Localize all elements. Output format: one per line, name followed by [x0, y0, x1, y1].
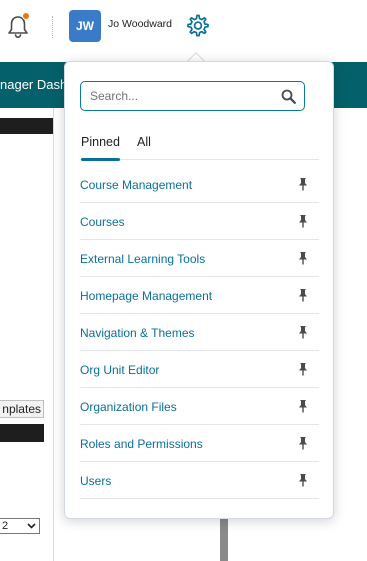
page-select-value: 2: [2, 520, 9, 532]
avatar[interactable]: JW: [69, 10, 101, 42]
top-header: JW Jo Woodward: [0, 0, 367, 58]
list-item-label[interactable]: Org Unit Editor: [80, 363, 159, 377]
pin-icon[interactable]: [297, 251, 309, 265]
list-item-navigation-themes[interactable]: Navigation & Themes: [80, 314, 319, 351]
list-item-users[interactable]: Users: [80, 462, 319, 499]
header-separator: [52, 16, 53, 38]
list-item-label[interactable]: Courses: [80, 215, 125, 229]
admin-tools-dropdown: Pinned All Course Management Courses Ext…: [64, 61, 334, 519]
widget-header-bar: [0, 118, 53, 134]
list-item-label[interactable]: Homepage Management: [80, 289, 212, 303]
tab-all[interactable]: All: [137, 134, 151, 160]
list-item-organization-files[interactable]: Organization Files: [80, 388, 319, 425]
pin-icon[interactable]: [297, 399, 309, 413]
list-item-label[interactable]: Course Management: [80, 178, 192, 192]
pin-icon[interactable]: [297, 436, 309, 450]
list-item-label[interactable]: Users: [80, 474, 111, 488]
list-item-homepage-management[interactable]: Homepage Management: [80, 277, 319, 314]
list-item-label[interactable]: External Learning Tools: [80, 252, 205, 266]
pin-icon[interactable]: [297, 473, 309, 487]
pin-icon[interactable]: [297, 325, 309, 339]
list-item-course-management[interactable]: Course Management: [80, 166, 319, 203]
nav-title[interactable]: nager Dash: [0, 77, 67, 92]
tab-bar: Pinned All: [80, 134, 319, 161]
page: nager Dash nplates 2 JW Jo Woodward Sear…: [0, 0, 367, 561]
pin-icon[interactable]: [297, 177, 309, 191]
page-select[interactable]: 2: [0, 518, 40, 534]
pinned-tools-list: Course Management Courses External Learn…: [80, 166, 319, 499]
widget-header-bar-2: [0, 424, 44, 442]
list-item-org-unit-editor[interactable]: Org Unit Editor: [80, 351, 319, 388]
search-icon[interactable]: [281, 89, 296, 104]
list-item-label[interactable]: Navigation & Themes: [80, 326, 195, 340]
pin-icon[interactable]: [297, 362, 309, 376]
list-item-label[interactable]: Roles and Permissions: [80, 437, 203, 451]
search-box[interactable]: [80, 81, 305, 111]
tab-pinned[interactable]: Pinned: [81, 134, 120, 161]
pin-icon[interactable]: [297, 288, 309, 302]
column-divider: [53, 108, 54, 561]
list-item-courses[interactable]: Courses: [80, 203, 319, 240]
scroll-track: [220, 515, 228, 561]
notification-dot: [22, 12, 30, 20]
templates-tab[interactable]: nplates: [0, 400, 44, 418]
list-item-label[interactable]: Organization Files: [80, 400, 177, 414]
chevron-down-icon: [27, 523, 36, 529]
list-item-roles-permissions[interactable]: Roles and Permissions: [80, 425, 319, 462]
pin-icon[interactable]: [297, 214, 309, 228]
search-input[interactable]: [90, 89, 270, 103]
gear-icon[interactable]: [184, 13, 210, 39]
list-item-external-learning-tools[interactable]: External Learning Tools: [80, 240, 319, 277]
user-name[interactable]: Jo Woodward: [108, 18, 172, 30]
